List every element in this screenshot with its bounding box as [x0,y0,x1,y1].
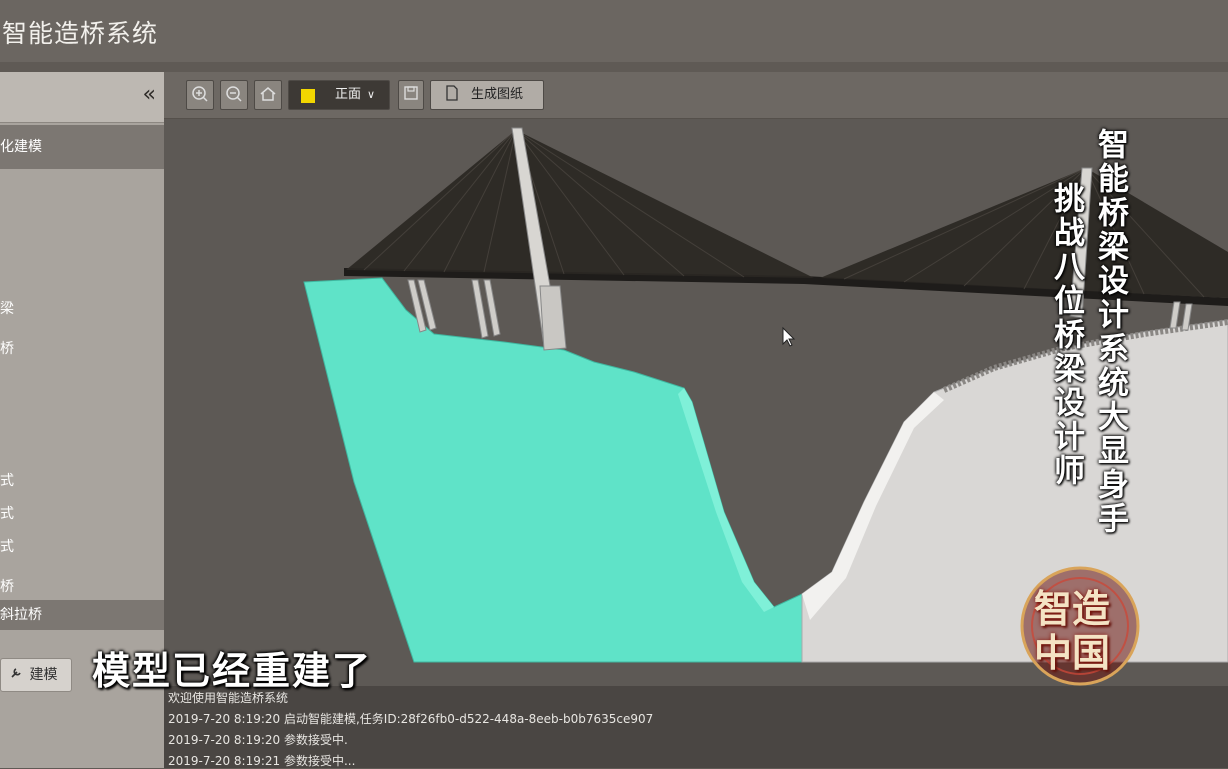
sidebar-item[interactable]: 式 [0,470,14,490]
mouse-cursor [782,326,796,347]
sidebar-section-modeling[interactable]: 化建模 [0,125,164,169]
caption-right: 智能桥梁设计系统大显身手 [1092,128,1128,536]
zoom-out-button[interactable] [220,80,248,110]
sidebar-item[interactable]: 桥 [0,576,14,596]
video-subtitle: 模型已经重建了 [92,649,373,693]
sidebar-header: « [0,72,164,123]
log-line: 2019-7-20 8:19:20 参数接受中. [168,733,348,747]
home-view-button[interactable] [254,80,282,110]
build-model-button[interactable]: 建模 [0,658,72,692]
save-button[interactable] [398,80,424,110]
title-bar: 智能造桥系统 [0,0,1228,62]
viewport-toolbar: 正面 ∨ 生成图纸 [164,72,1228,119]
logo-line2: 中国 [1034,631,1111,675]
sidebar-item[interactable]: 梁 [0,298,14,318]
build-model-label: 建模 [29,667,58,683]
log-line: 2019-7-20 8:19:20 启动智能建模,任务ID:28f26fb0-d… [168,712,654,726]
zoom-out-icon [226,86,242,102]
log-panel: 欢迎使用智能造桥系统 2019-7-20 8:19:20 启动智能建模,任务ID… [164,686,1228,768]
collapse-sidebar-icon[interactable]: « [143,82,156,107]
sidebar-item[interactable]: 式 [0,536,14,556]
home-icon [260,87,276,101]
wrench-icon [7,659,25,691]
sidebar-item[interactable]: 桥 [0,338,14,358]
color-swatch[interactable] [301,89,315,103]
log-line: 2019-7-20 8:19:21 参数接受中... [168,754,356,768]
zoom-in-icon [192,86,208,102]
save-icon [404,86,418,100]
generate-drawing-label: 生成图纸 [471,87,524,102]
right-cable-fan [820,168,1228,298]
program-logo: 智造 中国 [1004,560,1154,690]
view-select-value: 正面 [335,87,362,102]
generate-drawing-button[interactable]: 生成图纸 [430,80,544,110]
left-piers [407,279,501,339]
caption-left: 挑战八位桥梁设计师 [1048,182,1084,488]
sidebar-section-cable-stayed[interactable]: 斜拉桥 [0,600,164,630]
zoom-in-button[interactable] [186,80,214,110]
chevron-down-icon: ∨ [367,88,376,101]
sidebar-item[interactable]: 式 [0,503,14,523]
view-select[interactable]: 正面 ∨ [288,80,390,110]
document-icon [445,81,459,112]
app-title: 智能造桥系统 [2,19,159,48]
